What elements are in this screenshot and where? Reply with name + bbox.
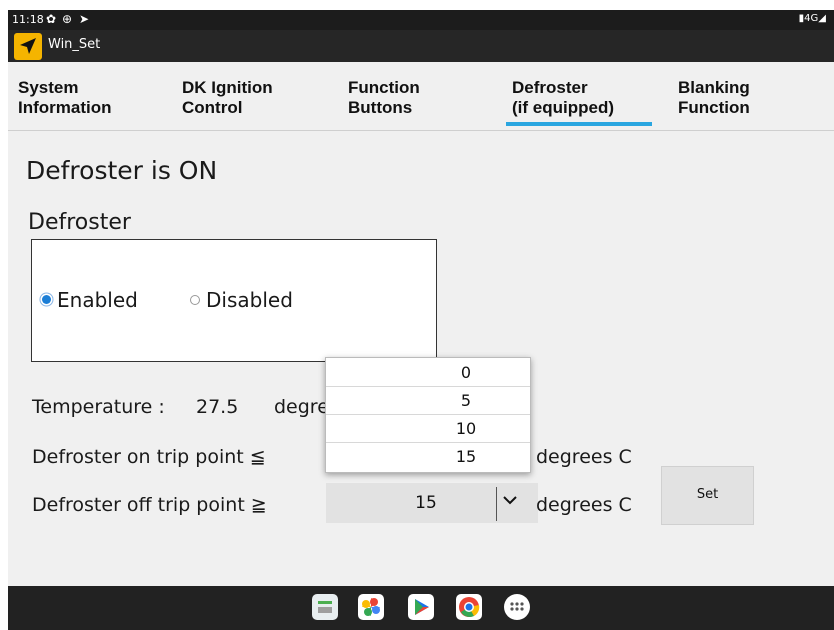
- clock: 11:18: [12, 13, 44, 26]
- tab-dk-ignition-control[interactable]: DK Ignition Control: [182, 78, 273, 118]
- temperature-value: 27.5: [196, 396, 239, 418]
- set-button[interactable]: Set: [661, 466, 754, 525]
- selected-tab-indicator: [506, 122, 652, 126]
- radio-enabled[interactable]: Enabled: [42, 288, 138, 312]
- radio-checked-icon: [42, 295, 51, 304]
- tablet-screen: 11:18 ✿ ⊕ ➤ ▮4G◢ Win_Set System Informat…: [8, 10, 834, 630]
- navigation-bar: [8, 586, 834, 630]
- signal-icon: ◢: [818, 13, 826, 24]
- pinwheel-photos-icon[interactable]: [358, 594, 384, 620]
- dropdown-option-label: 10: [455, 419, 477, 438]
- settings-icon: ✿: [46, 12, 57, 26]
- location-icon: ➤: [79, 12, 90, 26]
- radio-disabled-label: Disabled: [206, 288, 293, 312]
- temperature-label: Temperature :: [32, 396, 165, 418]
- dropdown-option-label: 15: [455, 447, 477, 466]
- chevron-down-icon[interactable]: [502, 489, 518, 516]
- dropdown-option[interactable]: 5: [326, 386, 530, 415]
- tab-blanking-function[interactable]: Blanking Function: [678, 78, 750, 118]
- tab-function-buttons[interactable]: Function Buttons: [348, 78, 420, 118]
- tab-defroster[interactable]: Defroster (if equipped): [512, 78, 614, 118]
- navigation-arrow-icon: [14, 33, 42, 60]
- dropdown-option[interactable]: 0: [326, 358, 530, 387]
- vpn-icon: ⊕: [62, 12, 73, 26]
- trip-point-dropdown-list: 0 5 10 15: [325, 357, 531, 473]
- network-indicator: ▮4G◢: [799, 13, 826, 24]
- radio-enabled-label: Enabled: [57, 288, 138, 312]
- off-trip-select[interactable]: 15: [326, 483, 538, 523]
- tab-system-information[interactable]: System Information: [18, 78, 112, 118]
- select-divider: [496, 487, 497, 521]
- defroster-status: Defroster is ON: [26, 156, 218, 185]
- set-button-label: Set: [696, 487, 719, 502]
- play-store-icon[interactable]: [408, 594, 434, 620]
- calculator-icon[interactable]: [312, 594, 338, 620]
- on-trip-label: Defroster on trip point ≦: [32, 446, 266, 468]
- chrome-icon[interactable]: [456, 594, 482, 620]
- status-bar: 11:18 ✿ ⊕ ➤ ▮4G◢: [8, 10, 834, 30]
- off-trip-label: Defroster off trip point ≧: [32, 494, 267, 516]
- off-trip-unit: degrees C: [536, 494, 632, 516]
- tab-bar: System Information DK Ignition Control F…: [8, 62, 834, 131]
- app-title: Win_Set: [48, 37, 101, 52]
- dropdown-option[interactable]: 15: [326, 442, 530, 470]
- radio-disabled[interactable]: Disabled: [190, 288, 293, 312]
- network-type: 4G: [804, 13, 819, 24]
- dropdown-option-label: 0: [460, 363, 472, 382]
- dropdown-option[interactable]: 10: [326, 414, 530, 443]
- title-bar: Win_Set: [8, 30, 834, 62]
- radio-unchecked-icon: [190, 294, 200, 305]
- app-drawer-icon[interactable]: [504, 594, 530, 620]
- defroster-group-label: Defroster: [28, 210, 131, 235]
- dropdown-option-label: 5: [460, 391, 472, 410]
